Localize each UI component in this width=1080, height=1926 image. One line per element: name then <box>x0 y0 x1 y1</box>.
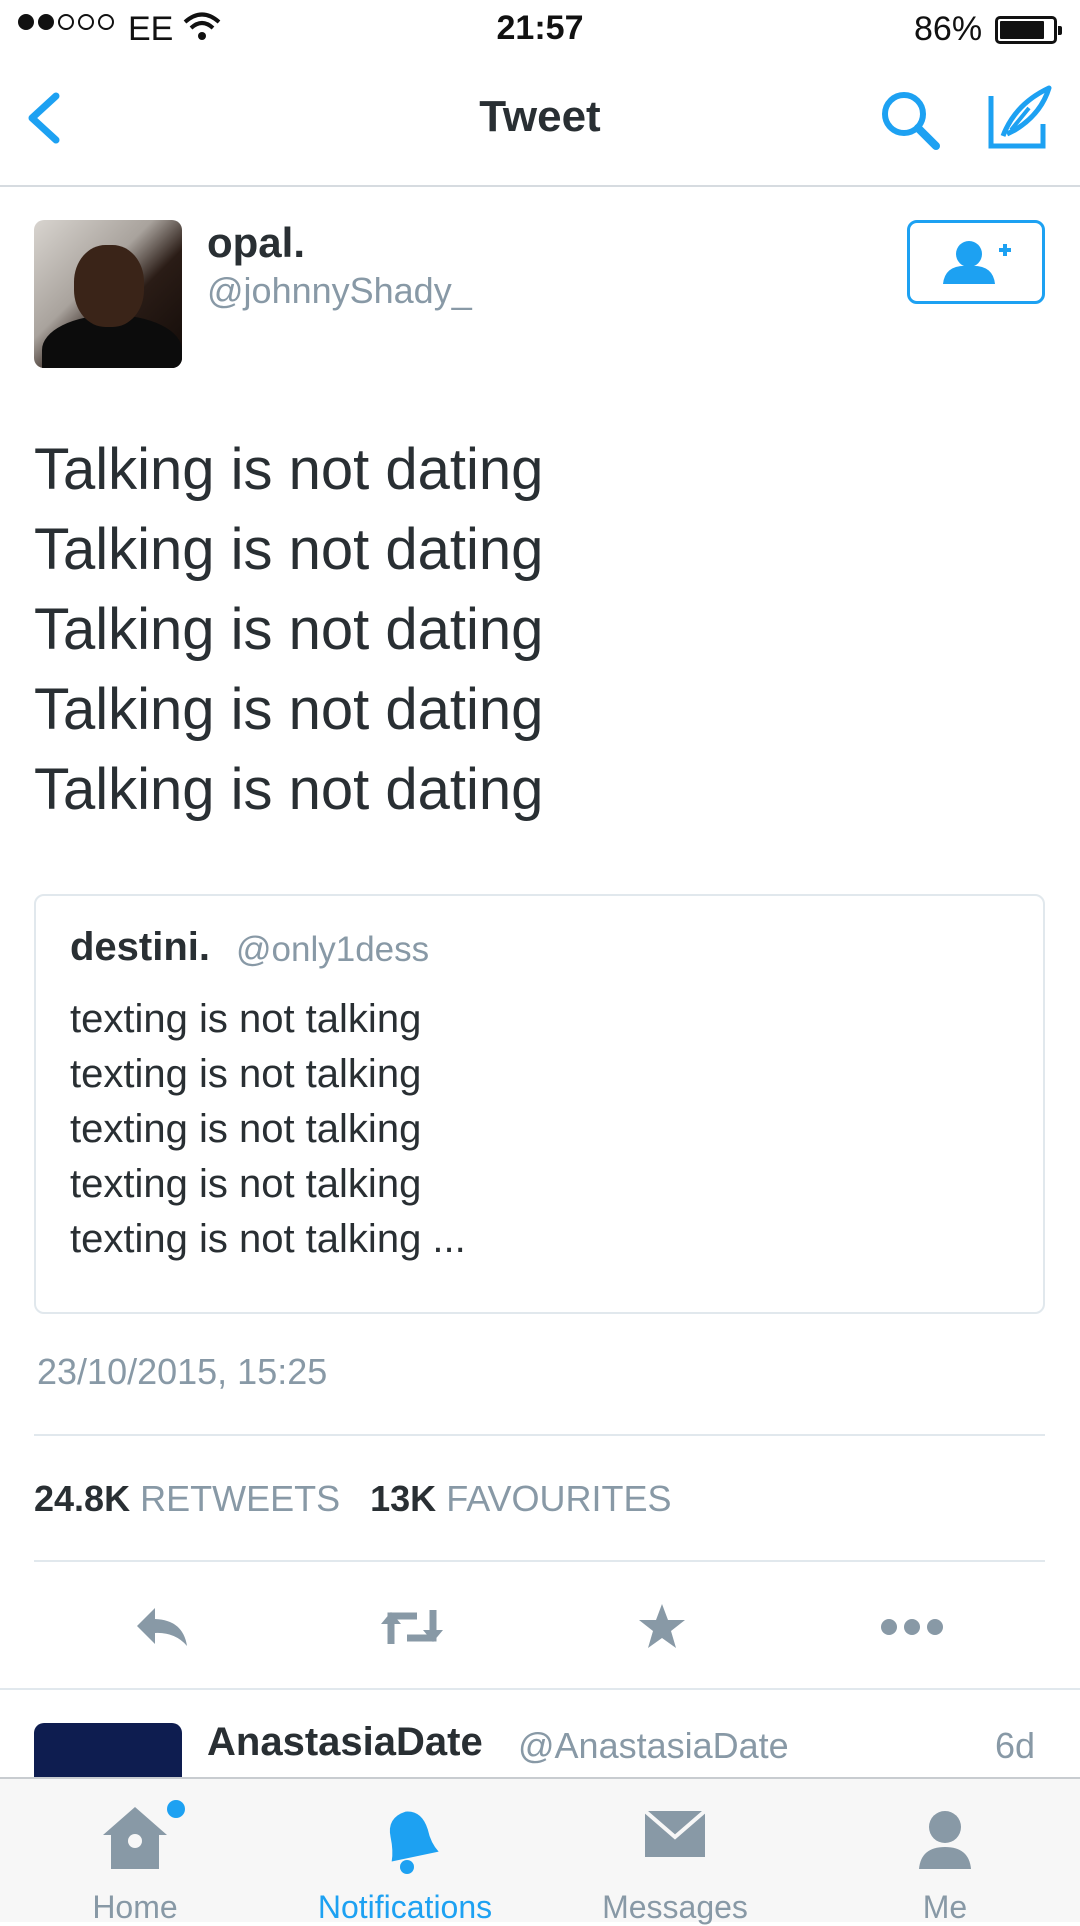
tweet-timestamp: 23/10/2015, 15:25 <box>37 1351 328 1392</box>
retweets-stat[interactable]: 24.8K RETWEETS <box>34 1478 340 1519</box>
quoted-line: texting is not talking <box>70 1107 422 1151</box>
compose-quill-icon <box>988 85 1052 149</box>
reply-author-handle[interactable]: @AnastasiaDate <box>518 1725 789 1767</box>
reply-author-name[interactable]: AnastasiaDate <box>207 1720 483 1765</box>
battery-percent: 86% <box>914 10 983 48</box>
tab-me[interactable]: Me <box>810 1777 1080 1925</box>
tab-messages[interactable]: Messages <box>540 1777 810 1925</box>
favourites-stat[interactable]: 13K FAVOURITES <box>370 1478 671 1519</box>
reply-author-avatar[interactable] <box>34 1723 182 1783</box>
star-icon <box>639 1604 685 1648</box>
reply-time: 6d <box>995 1725 1036 1766</box>
divider <box>34 1560 1045 1562</box>
tweet-body: Talking is not dating Talking is not dat… <box>34 430 543 830</box>
tweet-line: Talking is not dating <box>34 437 544 502</box>
more-dots-icon <box>881 1619 943 1635</box>
quoted-line: texting is not talking <box>70 1052 422 1096</box>
retweet-icon <box>381 1610 443 1644</box>
quoted-line: texting is not talking <box>70 997 422 1041</box>
tab-label: Home <box>92 1889 178 1925</box>
bell-icon <box>389 1811 439 1874</box>
follow-button[interactable] <box>907 220 1045 304</box>
retweets-label: RETWEETS <box>140 1478 341 1519</box>
author-avatar[interactable] <box>34 220 182 368</box>
tweet-line: Talking is not dating <box>34 517 544 582</box>
quoted-tweet-body: texting is not talking texting is not ta… <box>70 992 466 1267</box>
compose-tweet-button[interactable] <box>985 84 1055 154</box>
home-icon <box>103 1800 185 1869</box>
search-icon <box>882 92 940 150</box>
favourite-button[interactable] <box>622 1595 702 1659</box>
favourites-label: FAVOURITES <box>446 1478 672 1519</box>
tab-label: Notifications <box>317 1889 493 1925</box>
tab-home[interactable]: Home <box>0 1777 270 1925</box>
divider <box>34 1434 1045 1436</box>
quoted-author-name: destini. <box>70 925 211 969</box>
envelope-icon <box>643 1809 707 1857</box>
tweet-line: Talking is not dating <box>34 757 544 822</box>
tab-label: Me <box>922 1889 968 1925</box>
more-button[interactable] <box>872 1595 952 1659</box>
add-user-icon <box>943 241 1011 284</box>
tweet-line: Talking is not dating <box>34 677 544 742</box>
battery-icon <box>995 16 1062 44</box>
tweet-line: Talking is not dating <box>34 597 544 662</box>
person-icon <box>919 1811 971 1869</box>
tab-notifications[interactable]: Notifications <box>270 1777 540 1925</box>
favourites-count: 13K <box>370 1478 437 1519</box>
new-items-badge <box>167 1800 185 1818</box>
reply-button[interactable] <box>122 1595 202 1659</box>
reply-icon <box>137 1608 187 1646</box>
tab-label: Messages <box>602 1889 748 1925</box>
search-button[interactable] <box>878 88 944 154</box>
retweet-button[interactable] <box>372 1595 452 1659</box>
quoted-line: texting is not talking ... <box>70 1217 466 1261</box>
author-name[interactable]: opal. <box>207 219 305 267</box>
quoted-line: texting is not talking <box>70 1162 422 1206</box>
divider <box>0 1688 1080 1690</box>
tweet-stats: 24.8K RETWEETS 13K FAVOURITES <box>34 1478 672 1520</box>
retweets-count: 24.8K <box>34 1478 131 1519</box>
status-bar: EE 21:57 86% <box>0 0 1080 58</box>
author-handle[interactable]: @johnnyShady_ <box>207 270 472 312</box>
quoted-author-handle: @only1dess <box>236 930 430 969</box>
